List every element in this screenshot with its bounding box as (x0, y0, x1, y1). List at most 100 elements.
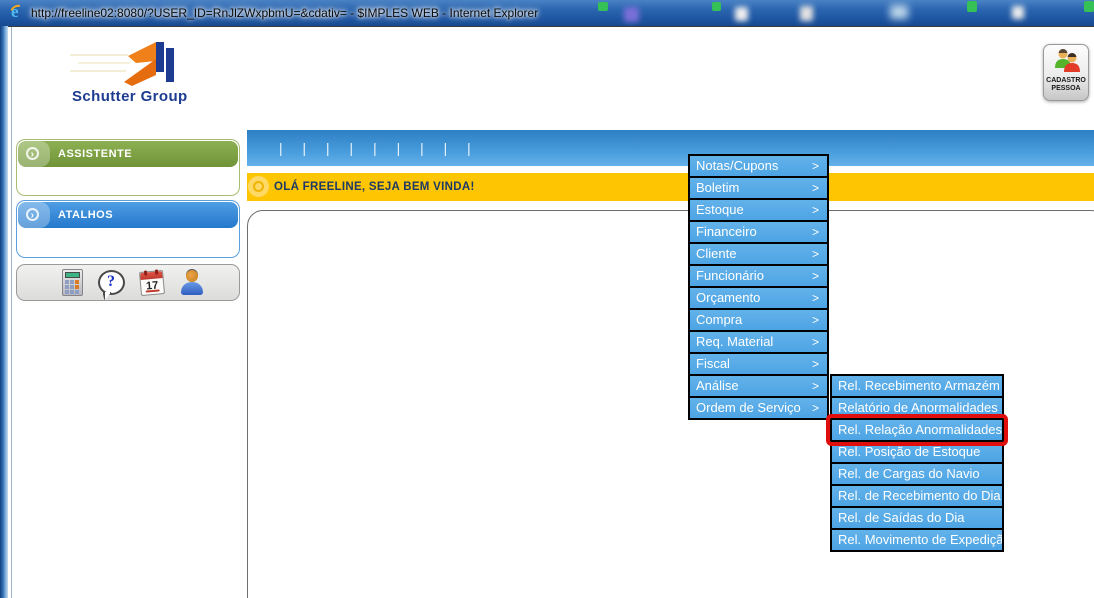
dropdown-item-label: Financeiro (696, 224, 757, 239)
menubar-item[interactable] (269, 141, 293, 156)
dropdown-item[interactable]: Boletim > (688, 176, 829, 200)
submenu-arrow-icon: > (812, 288, 819, 308)
cadastro-pessoa-label-line2: PESSOA (1044, 85, 1088, 93)
menubar-item[interactable] (316, 141, 340, 156)
menubar-item[interactable] (387, 141, 411, 156)
cadastro-pessoa-label-line1: CADASTRO (1044, 77, 1088, 85)
sidebar-icon-toolbar: ? 17 (16, 264, 240, 301)
titlebar[interactable]: e http://freeline02:8080/?USER_ID=RnJlZW… (0, 0, 1094, 26)
question-mark-glyph: ? (100, 273, 123, 291)
aero-blob (1084, 1, 1094, 12)
dropdown-item[interactable]: Funcionário > (688, 264, 829, 288)
help-icon[interactable]: ? (98, 270, 125, 295)
submenu-arrow-icon: > (812, 354, 819, 374)
submenu-arrow-icon: > (812, 244, 819, 264)
calendar-icon[interactable]: 17 (138, 269, 164, 295)
menubar-item[interactable] (340, 141, 364, 156)
submenu-item-label: Rel. Posição de Estoque (838, 444, 980, 459)
dropdown-item[interactable]: Compra > (688, 308, 829, 332)
dropdown-item-label: Ordem de Serviço (696, 400, 801, 415)
atalhos-label: ATALHOS (58, 209, 113, 221)
submenu-item[interactable]: Relatório de Anormalidades (830, 396, 1004, 420)
aero-blob (598, 2, 608, 11)
welcome-message: OLÁ FREELINE, SEJA BEM VINDA! (274, 173, 475, 201)
submenu-arrow-icon: > (812, 376, 819, 396)
submenu-arrow-icon: > (812, 266, 819, 286)
dropdown-item-label: Fiscal (696, 356, 730, 371)
window-title: http://freeline02:8080/?USER_ID=RnJlZWxp… (31, 0, 538, 26)
main-menubar (247, 130, 1094, 166)
submenu-arrow-icon: > (812, 310, 819, 330)
dropdown-item[interactable]: Orçamento > (688, 286, 829, 310)
logo-mark-icon (68, 40, 198, 88)
submenu-item-label: Rel. de Cargas do Navio (838, 466, 980, 481)
submenu-item-label: Rel. Relação Anormalidades (838, 422, 1002, 437)
dropdown-item[interactable]: Ordem de Serviço > (688, 396, 829, 420)
dropdown-item[interactable]: Fiscal > (688, 352, 829, 376)
page-left-border (11, 27, 12, 598)
menubar-item[interactable] (363, 141, 387, 156)
atalhos-panel: › ATALHOS (16, 200, 240, 258)
dropdown-item-label: Análise (696, 378, 739, 393)
aero-blob (735, 7, 748, 21)
submenu-item[interactable]: Rel. de Recebimento do Dia (830, 484, 1004, 508)
aero-blob (967, 1, 977, 12)
aero-blob (712, 2, 721, 11)
menubar-item[interactable] (434, 141, 458, 156)
internet-explorer-icon: e (9, 4, 27, 22)
dropdown-item[interactable]: Estoque > (688, 198, 829, 222)
analise-submenu: Rel. Recebimento Armazém Relatório de An… (830, 376, 1004, 552)
window-frame-left (0, 26, 8, 598)
logo-text: Schutter Group (72, 88, 188, 105)
dropdown-item-label: Boletim (696, 180, 739, 195)
submenu-item-label: Rel. de Recebimento do Dia (838, 488, 1001, 503)
menubar-item[interactable] (410, 141, 434, 156)
dropdown-item-label: Notas/Cupons (696, 158, 778, 173)
atalhos-header[interactable]: › ATALHOS (18, 202, 238, 228)
submenu-item[interactable]: Rel. de Saídas do Dia (830, 506, 1004, 530)
dropdown-item-label: Orçamento (696, 290, 760, 305)
submenu-item[interactable]: Rel. Posição de Estoque (830, 440, 1004, 464)
browser-window: e http://freeline02:8080/?USER_ID=RnJlZW… (0, 0, 1094, 598)
aero-blob (800, 6, 813, 21)
dropdown-item-label: Req. Material (696, 334, 773, 349)
dropdown-item[interactable]: Notas/Cupons > (688, 154, 829, 178)
chevron-right-icon: › (26, 208, 39, 221)
aero-blob (1012, 6, 1024, 19)
schutter-group-logo: Schutter Group (68, 40, 218, 110)
dropdown-item[interactable]: Financeiro > (688, 220, 829, 244)
dropdown-item[interactable]: Cliente > (688, 242, 829, 266)
submenu-item-label: Rel. de Saídas do Dia (838, 510, 964, 525)
assistente-label: ASSISTENTE (58, 148, 132, 160)
dropdown-item-label: Cliente (696, 246, 736, 261)
dropdown-item[interactable]: Req. Material > (688, 330, 829, 354)
submenu-arrow-icon: > (812, 200, 819, 220)
relatorios-dropdown-menu: Notas/Cupons > Boletim > Estoque > Finan… (688, 156, 829, 420)
welcome-bullet-icon (248, 176, 269, 197)
dropdown-item-label: Compra (696, 312, 742, 327)
menubar-item[interactable] (457, 141, 481, 156)
submenu-item-label: Rel. Movimento de Expedição (838, 532, 1004, 547)
submenu-item[interactable]: Rel. de Cargas do Navio (830, 462, 1004, 486)
cadastro-pessoa-button[interactable]: CADASTRO PESSOA (1043, 44, 1089, 101)
submenu-item[interactable]: Rel. Recebimento Armazém (830, 374, 1004, 398)
assistente-panel: › ASSISTENTE (16, 139, 240, 196)
menubar-item[interactable] (293, 141, 317, 156)
people-icon (1051, 48, 1081, 72)
submenu-arrow-icon: > (812, 332, 819, 352)
assistente-header[interactable]: › ASSISTENTE (18, 141, 238, 167)
submenu-arrow-icon: > (812, 222, 819, 242)
submenu-item[interactable]: Rel. Relação Anormalidades (830, 418, 1004, 442)
welcome-bar: OLÁ FREELINE, SEJA BEM VINDA! (247, 173, 1094, 201)
aero-blob (890, 5, 908, 19)
aero-blob (624, 7, 639, 22)
submenu-item-label: Relatório de Anormalidades (838, 400, 998, 415)
submenu-arrow-icon: > (812, 178, 819, 198)
dropdown-item-label: Estoque (696, 202, 744, 217)
submenu-item[interactable]: Rel. Movimento de Expedição (830, 528, 1004, 552)
chevron-right-icon: › (26, 147, 39, 160)
calculator-icon[interactable] (62, 269, 83, 296)
person-icon[interactable] (179, 269, 205, 296)
dropdown-item[interactable]: Análise > (688, 374, 829, 398)
submenu-arrow-icon: > (812, 398, 819, 418)
